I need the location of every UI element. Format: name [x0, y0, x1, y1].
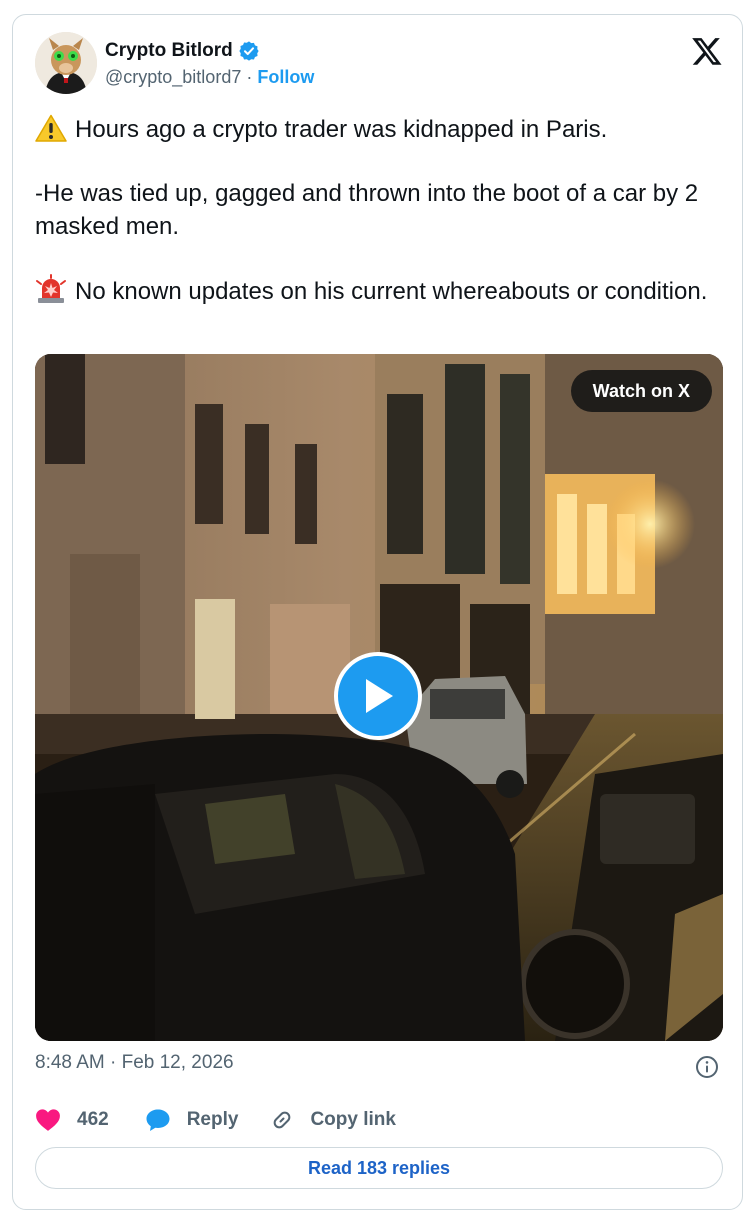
reply-bubble-icon [146, 1109, 170, 1131]
siren-emoji-icon [36, 274, 66, 303]
play-icon [366, 679, 393, 713]
warning-emoji-icon [35, 114, 67, 142]
author-display-name[interactable]: Crypto Bitlord [105, 40, 233, 62]
tweet-text: Hours ago a crypto trader was kidnapped … [35, 113, 725, 308]
tweet-paragraph-text: No known updates on his current whereabo… [75, 278, 708, 305]
author-handle[interactable]: @crypto_bitlord7 [105, 67, 241, 88]
copy-link-label: Copy link [310, 1109, 396, 1130]
verified-badge-icon [239, 41, 259, 61]
follow-link[interactable]: Follow [257, 67, 314, 88]
author-name-row: Crypto Bitlord [105, 38, 260, 64]
like-count: 462 [77, 1109, 109, 1130]
link-icon [274, 1111, 291, 1129]
author-handle-row: @crypto_bitlord7 · Follow [105, 67, 314, 88]
info-icon[interactable] [695, 1055, 719, 1079]
tweet-paragraph: -He was tied up, gagged and thrown into … [35, 177, 725, 243]
tweet-paragraph: Hours ago a crypto trader was kidnapped … [35, 113, 725, 146]
reply-label: Reply [186, 1109, 239, 1130]
x-logo-icon[interactable] [691, 35, 723, 67]
handle-separator: · [246, 67, 253, 87]
avatar-image [35, 32, 97, 94]
play-button[interactable] [334, 652, 422, 740]
heart-icon [36, 1109, 60, 1131]
tweet-paragraph-text: -He was tied up, gagged and thrown into … [35, 180, 699, 240]
watch-on-x-button[interactable]: Watch on X [570, 370, 712, 412]
copy-link-button[interactable]: Copy link [270, 1108, 396, 1132]
tweet-embed-card: Crypto Bitlord @crypto_bitlord7 · Follow… [12, 14, 743, 1210]
author-avatar[interactable] [35, 32, 97, 94]
read-replies-button[interactable]: Read 183 replies [35, 1147, 723, 1189]
tweet-paragraph: No known updates on his current whereabo… [35, 274, 725, 308]
like-button[interactable]: 462 [35, 1108, 109, 1132]
tweet-timestamp[interactable]: 8:48 AM · Feb 12, 2026 [35, 1052, 234, 1074]
reply-button[interactable]: Reply [145, 1108, 239, 1132]
tweet-actions: 462 Reply Copy link [35, 1105, 396, 1135]
tweet-paragraph-text: Hours ago a crypto trader was kidnapped … [75, 116, 608, 143]
video-player[interactable]: Watch on X [35, 354, 723, 1041]
